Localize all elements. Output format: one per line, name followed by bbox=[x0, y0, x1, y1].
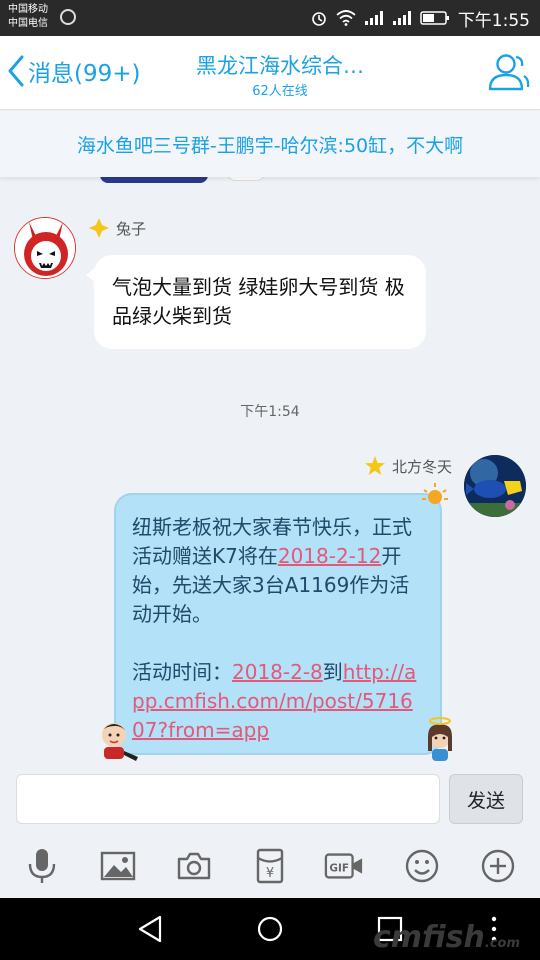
chevron-left-icon bbox=[8, 55, 24, 87]
emoji-icon bbox=[405, 849, 439, 883]
to-text: 到 bbox=[322, 660, 343, 684]
back-button[interactable]: 消息(99+) bbox=[6, 54, 140, 88]
rabbit-avatar-image bbox=[15, 218, 75, 278]
nav-back-icon[interactable] bbox=[136, 914, 164, 944]
input-toolbar: ¥ GIF bbox=[0, 830, 540, 898]
chat-header: 消息(99+) 黑龙江海水综合… 62人在线 bbox=[0, 36, 540, 110]
chat-area[interactable]: 兔子 气泡大量到货 绿娃卵大号到货 极品绿火柴到货 下午1:54 北方冬天 纽斯… bbox=[0, 177, 540, 773]
date-link-2[interactable]: 2018-2-8 bbox=[232, 660, 323, 684]
alarm-icon bbox=[312, 12, 326, 26]
message-bubble-blue[interactable]: 纽斯老板祝大家春节快乐，正式活动赠送K7将在2018-2-12开始，先送大家3台… bbox=[114, 493, 442, 755]
date-link-1[interactable]: 2018-2-12 bbox=[278, 544, 382, 568]
plus-icon bbox=[481, 849, 515, 883]
red-packet-icon: ¥ bbox=[256, 848, 284, 884]
voice-icon bbox=[28, 849, 56, 883]
input-area: 发送 bbox=[0, 773, 540, 830]
sender-name-row-right: 北方冬天 bbox=[364, 455, 452, 477]
message-text: 气泡大量到货 绿娃卵大号到货 极品绿火柴到货 bbox=[112, 275, 405, 328]
previous-image-message[interactable] bbox=[100, 177, 208, 183]
emoji-button[interactable] bbox=[402, 846, 442, 886]
sender-name[interactable]: 北方冬天 bbox=[392, 456, 452, 477]
group-title[interactable]: 黑龙江海水综合… bbox=[150, 50, 410, 80]
more-button[interactable] bbox=[478, 846, 518, 886]
carrier-labels: 中国移动 中国电信 bbox=[8, 3, 48, 31]
voice-button[interactable] bbox=[22, 846, 62, 886]
back-label: 消息(99+) bbox=[28, 61, 141, 87]
svg-text:GIF: GIF bbox=[329, 863, 349, 875]
members-icon bbox=[488, 54, 530, 91]
signal-2-icon bbox=[392, 11, 411, 25]
nav-home-icon[interactable] bbox=[255, 914, 285, 944]
star-badge-icon bbox=[364, 456, 385, 475]
camera-button[interactable] bbox=[174, 846, 214, 886]
time-label: 活动时间： bbox=[132, 660, 232, 684]
gif-icon: GIF bbox=[324, 853, 363, 879]
girl-sticker-icon bbox=[428, 717, 452, 761]
red-packet-button[interactable]: ¥ bbox=[250, 846, 290, 886]
previous-message-fragment bbox=[226, 177, 266, 181]
sender-name-row: 兔子 bbox=[88, 217, 146, 239]
battery-icon bbox=[420, 11, 449, 25]
sender-name[interactable]: 兔子 bbox=[116, 218, 146, 239]
group-announcement[interactable]: 海水鱼吧三号群-王鹏宇-哈尔滨:50缸，不大啊 bbox=[0, 111, 540, 177]
online-count: 62人在线 bbox=[252, 84, 308, 99]
system-nav-bar: cmfish.com bbox=[0, 898, 540, 960]
watermark-text: cmfish bbox=[373, 920, 485, 955]
camera-icon bbox=[177, 852, 211, 880]
carrier-1: 中国移动 bbox=[8, 4, 48, 15]
clock: 下午1:55 bbox=[457, 10, 530, 31]
wifi-icon bbox=[336, 10, 356, 26]
avatar-rabbit[interactable] bbox=[14, 217, 76, 279]
status-icons: 下午1:55 bbox=[310, 0, 530, 36]
svg-text:¥: ¥ bbox=[266, 866, 274, 881]
sun-decoration-icon bbox=[422, 483, 448, 504]
status-bar: 中国移动 中国电信 下午1:55 bbox=[0, 0, 540, 36]
gif-button[interactable]: GIF bbox=[324, 846, 364, 886]
boy-sticker-icon bbox=[102, 723, 138, 761]
diamond-badge-icon bbox=[89, 218, 109, 238]
image-button[interactable] bbox=[98, 846, 138, 886]
fish-avatar-image bbox=[464, 455, 526, 517]
avatar-fish[interactable] bbox=[464, 455, 526, 517]
hotspot-icon bbox=[60, 9, 76, 25]
message-timestamp: 下午1:54 bbox=[240, 404, 300, 420]
message-bubble[interactable]: 气泡大量到货 绿娃卵大号到货 极品绿火柴到货 bbox=[86, 255, 426, 349]
watermark-suffix: .com bbox=[484, 936, 520, 951]
watermark-logo: cmfish.com bbox=[373, 920, 520, 955]
signal-icon bbox=[364, 11, 383, 25]
carrier-2: 中国电信 bbox=[8, 18, 48, 29]
group-members-button[interactable] bbox=[486, 52, 530, 96]
send-button[interactable]: 发送 bbox=[449, 774, 523, 824]
image-icon bbox=[100, 851, 136, 881]
message-input[interactable] bbox=[16, 774, 440, 824]
